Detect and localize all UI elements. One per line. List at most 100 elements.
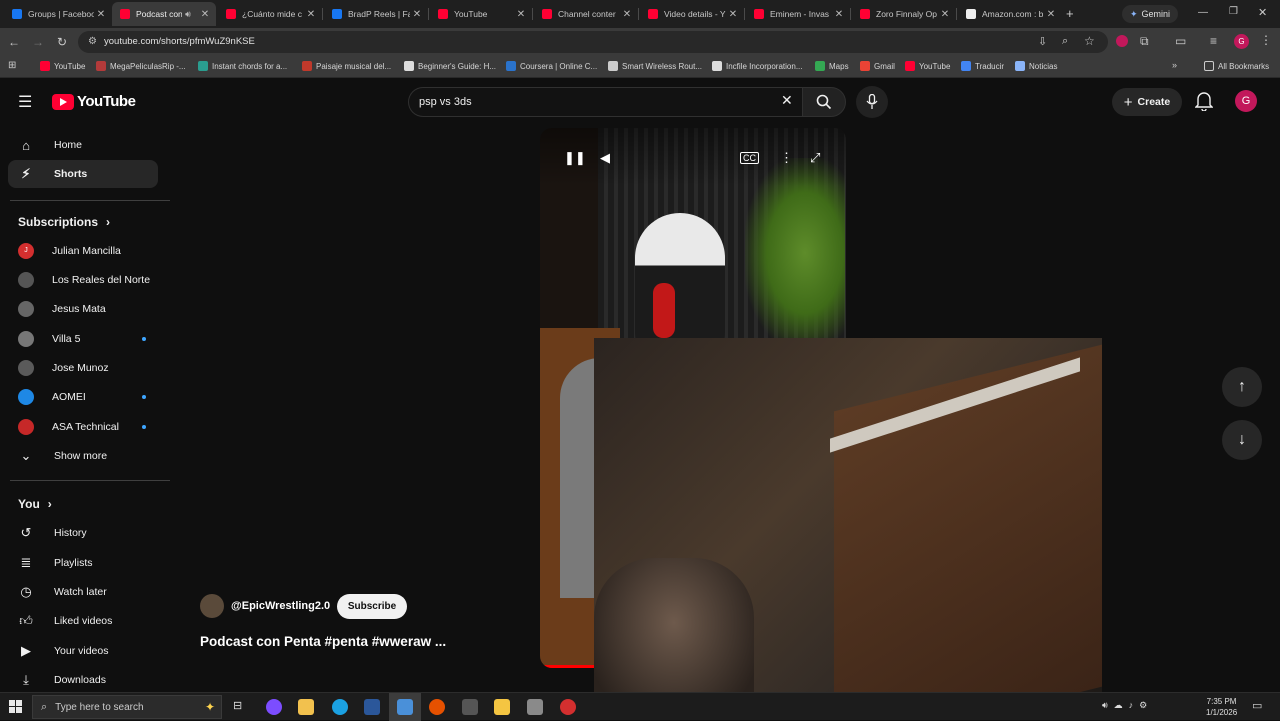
- search-input[interactable]: [419, 94, 759, 110]
- fullscreen-icon[interactable]: ⤢: [810, 150, 820, 166]
- close-icon[interactable]: ✕: [832, 9, 846, 20]
- bookmark-item[interactable]: Traducir: [961, 61, 1004, 71]
- hamburger-menu-icon[interactable]: ☰: [18, 92, 32, 112]
- sidebar-item-shorts[interactable]: ⚡︎ Shorts: [8, 160, 158, 188]
- pause-icon[interactable]: ❚❚: [564, 150, 586, 166]
- account-avatar[interactable]: G: [1235, 90, 1257, 112]
- bookmark-item[interactable]: Noticias: [1015, 61, 1057, 71]
- app-icon[interactable]: [462, 699, 478, 715]
- close-icon[interactable]: ✕: [304, 9, 318, 20]
- profile-avatar[interactable]: G: [1234, 34, 1249, 49]
- volume-icon[interactable]: ◀: [600, 150, 610, 166]
- progress-bar[interactable]: [540, 665, 600, 668]
- browser-tab[interactable]: Amazon.com : b ✕: [958, 2, 1062, 26]
- bookmark-item[interactable]: Instant chords for a...: [198, 61, 287, 71]
- restore-icon[interactable]: ❐: [1229, 6, 1238, 17]
- browser-tab[interactable]: Video details - Y ✕: [640, 2, 744, 26]
- install-app-icon[interactable]: ⇩: [1038, 35, 1047, 48]
- close-icon[interactable]: ✕: [938, 9, 952, 20]
- windows-start-icon[interactable]: [9, 700, 22, 713]
- next-short-button[interactable]: ↓: [1222, 420, 1262, 460]
- app-icon[interactable]: [527, 699, 543, 715]
- bookmark-item[interactable]: Maps: [815, 61, 849, 71]
- close-icon[interactable]: ✕: [94, 9, 108, 20]
- captions-icon[interactable]: CC: [740, 152, 759, 164]
- cortana-icon[interactable]: [266, 699, 282, 715]
- window-close-icon[interactable]: ✕: [1258, 6, 1267, 19]
- all-bookmarks[interactable]: All Bookmarks: [1204, 61, 1269, 71]
- browser-tab[interactable]: Zoro Finnaly Op ✕: [852, 2, 956, 26]
- sidebar-item-downloads[interactable]: ⤓ Downloads: [8, 666, 158, 694]
- bookmark-item[interactable]: YouTube: [40, 61, 85, 71]
- taskbar-active-app[interactable]: [389, 693, 421, 721]
- taskbar-clock[interactable]: 7:35 PM 1/1/2026: [1206, 696, 1237, 718]
- close-icon[interactable]: ✕: [620, 9, 634, 20]
- minimize-icon[interactable]: —: [1198, 7, 1208, 18]
- close-icon[interactable]: ✕: [514, 9, 528, 20]
- browser-tab-active[interactable]: Podcast con Penta 🔊︎ ✕: [112, 2, 216, 26]
- sidebar-item-subscription[interactable]: Villa 5: [8, 325, 158, 353]
- subscriptions-heading[interactable]: Subscriptions ›: [18, 215, 110, 229]
- bookmark-item[interactable]: Beginner's Guide: H...: [404, 61, 496, 71]
- word-icon[interactable]: [364, 699, 380, 715]
- browser-tab[interactable]: Channel conter ✕: [534, 2, 638, 26]
- create-button[interactable]: + Create: [1112, 88, 1182, 116]
- sidebar-show-more[interactable]: ⌄ Show more: [8, 442, 158, 470]
- edge-icon[interactable]: [332, 699, 348, 715]
- sidebar-item-subscription[interactable]: J Julian Mancilla: [8, 237, 158, 265]
- close-icon[interactable]: ✕: [410, 9, 424, 20]
- more-bookmarks-icon[interactable]: »: [1172, 60, 1177, 70]
- browser-tab[interactable]: YouTube ✕: [430, 2, 532, 26]
- side-panel-icon[interactable]: ▭: [1175, 34, 1186, 48]
- speaker-icon[interactable]: 🔊︎: [182, 9, 194, 20]
- folder-icon[interactable]: [494, 699, 510, 715]
- search-box[interactable]: ✕: [408, 87, 804, 117]
- bookmark-item[interactable]: Paisaje musical del...: [302, 61, 391, 71]
- bookmark-item[interactable]: Coursera | Online C...: [506, 61, 597, 71]
- sidebar-item-watch-later[interactable]: ◷ Watch later: [8, 578, 158, 606]
- bookmark-item[interactable]: YouTube: [905, 61, 950, 71]
- forward-icon[interactable]: →: [30, 34, 46, 50]
- reload-icon[interactable]: ↻: [54, 34, 70, 50]
- apps-grid-icon[interactable]: ⊞: [8, 60, 16, 71]
- back-icon[interactable]: ←: [6, 34, 22, 50]
- sidebar-item-your-videos[interactable]: ▶︎ Your videos: [8, 637, 158, 665]
- clear-search-icon[interactable]: ✕: [781, 92, 793, 109]
- voice-search-button[interactable]: [856, 86, 888, 118]
- bookmark-item[interactable]: Gmail: [860, 61, 895, 71]
- tab-search-icon[interactable]: ≡: [1210, 34, 1217, 48]
- new-tab-icon[interactable]: +: [1066, 6, 1074, 21]
- extensions-puzzle-icon[interactable]: ⧉: [1140, 34, 1149, 49]
- browser-tab[interactable]: Groups | Facebook ✕: [4, 2, 112, 26]
- system-tray-icons[interactable]: 🔊︎☁♪⚙: [1102, 700, 1153, 711]
- sidebar-item-home[interactable]: ⌂ Home: [8, 131, 158, 159]
- notifications-icon[interactable]: [1194, 91, 1214, 116]
- site-info-icon[interactable]: ⚙: [88, 36, 97, 47]
- subscribe-button[interactable]: Subscribe: [337, 594, 407, 619]
- more-options-icon[interactable]: ⋮: [780, 150, 793, 166]
- browser-menu-icon[interactable]: ⋮: [1260, 33, 1272, 47]
- chrome-icon[interactable]: [560, 699, 576, 715]
- address-bar[interactable]: ⚙ youtube.com/shorts/pfmWuZ9nKSE ⇩ ⌕ ☆: [78, 31, 1108, 53]
- file-explorer-icon[interactable]: [298, 699, 314, 715]
- zoom-icon[interactable]: ⌕: [1062, 35, 1068, 48]
- sidebar-item-subscription[interactable]: Los Reales del Norte: [8, 266, 158, 294]
- extension-icon[interactable]: [1116, 35, 1128, 47]
- close-icon[interactable]: ✕: [1044, 9, 1058, 20]
- close-icon[interactable]: ✕: [198, 9, 212, 20]
- youtube-logo[interactable]: YouTube: [52, 93, 136, 110]
- bookmark-item[interactable]: Incfile Incorporation...: [712, 61, 802, 71]
- browser-tab[interactable]: ¿Cuánto mide c ✕: [218, 2, 322, 26]
- sidebar-item-subscription[interactable]: AOMEI: [8, 383, 158, 411]
- gemini-button[interactable]: ✦ Gemini: [1122, 5, 1179, 23]
- sidebar-item-history[interactable]: ↺ History: [8, 519, 158, 547]
- bookmark-item[interactable]: MegaPeliculasRip -...: [96, 61, 186, 71]
- sidebar-item-subscription[interactable]: ASA Technical: [8, 413, 158, 441]
- browser-tab[interactable]: BradP Reels | Fa ✕: [324, 2, 428, 26]
- channel-name[interactable]: @EpicWrestling2.0: [231, 600, 330, 612]
- app-icon[interactable]: [429, 699, 445, 715]
- sidebar-item-playlists[interactable]: ≣ Playlists: [8, 549, 158, 577]
- task-view-icon[interactable]: ⊟: [233, 699, 242, 712]
- notification-center-icon[interactable]: ▭: [1252, 699, 1262, 712]
- previous-short-button[interactable]: ↑: [1222, 367, 1262, 407]
